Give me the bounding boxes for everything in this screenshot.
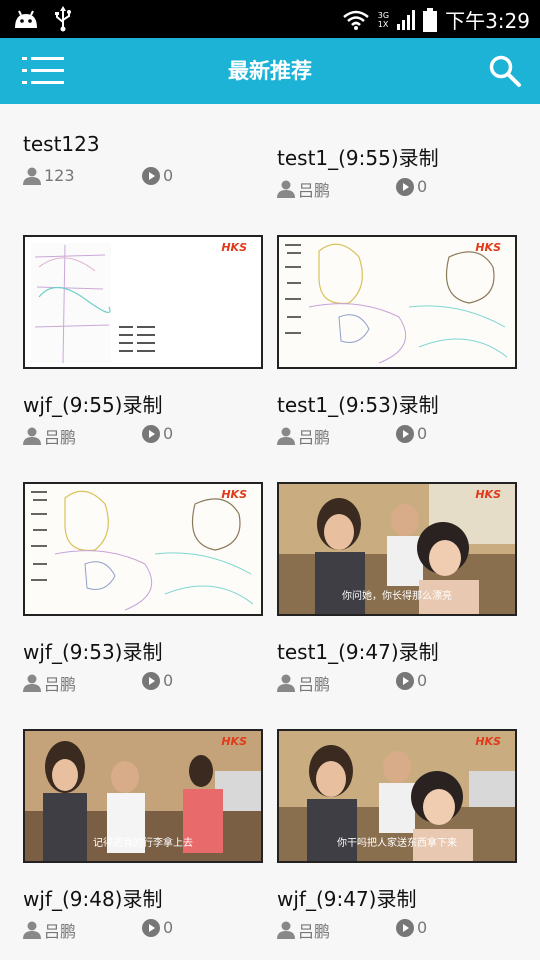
- video-title: wjf_(9:47)录制: [277, 887, 417, 911]
- video-plays: 0: [396, 918, 427, 937]
- play-circle-icon: [396, 177, 414, 196]
- video-author: 吕鹏: [277, 671, 330, 695]
- video-meta: 吕鹏 0: [277, 177, 517, 200]
- video-title: test123: [23, 132, 100, 156]
- video-plays: 0: [142, 166, 173, 185]
- video-author: 吕鹏: [23, 424, 76, 448]
- play-circle-icon: [396, 424, 414, 443]
- video-meta: 吕鹏 0: [277, 424, 517, 447]
- video-thumbnail[interactable]: HKS 你问她，你长得那么漂亮: [277, 482, 517, 616]
- video-title: test1_(9:47)录制: [277, 640, 439, 664]
- video-meta: 吕鹏 0: [23, 671, 263, 694]
- video-plays: 0: [142, 671, 173, 690]
- play-circle-icon: [142, 424, 160, 443]
- video-author: 吕鹏: [277, 918, 330, 942]
- video-meta: 吕鹏 0: [23, 424, 263, 447]
- video-thumbnail[interactable]: HKS: [23, 482, 263, 616]
- video-author-name: 吕鹏: [298, 181, 331, 200]
- network-label-bottom: 1X: [377, 19, 389, 29]
- video-play-count: 0: [417, 918, 428, 937]
- search-icon[interactable]: [488, 54, 522, 88]
- person-icon: [23, 921, 41, 939]
- play-circle-icon: [396, 671, 414, 690]
- video-thumbnail[interactable]: HKS: [23, 235, 263, 369]
- video-subtitle: 你问她，你长得那么漂亮: [342, 591, 452, 602]
- video-meta: 吕鹏 0: [277, 918, 517, 941]
- person-icon: [277, 921, 295, 939]
- person-icon: [277, 180, 295, 198]
- sketch-art: [31, 243, 173, 364]
- video-author-name: 吕鹏: [44, 922, 77, 941]
- video-meta: 123 0: [23, 166, 263, 186]
- video-author-name: 123: [44, 166, 75, 185]
- play-circle-icon: [142, 918, 160, 937]
- channel-logo: HKS: [475, 488, 501, 501]
- video-play-count: 0: [163, 166, 174, 185]
- video-author-name: 吕鹏: [44, 675, 77, 694]
- channel-logo: HKS: [475, 735, 501, 748]
- video-author: 吕鹏: [277, 424, 330, 448]
- network-type: 3G 1X: [378, 11, 389, 29]
- video-author: 吕鹏: [277, 177, 330, 201]
- video-play-count: 0: [163, 671, 174, 690]
- app-bar: 最新推荐: [0, 38, 540, 104]
- sketch-art: [25, 484, 261, 614]
- video-thumbnail[interactable]: HKS 记得把我的行李拿上去: [23, 729, 263, 863]
- video-title: wjf_(9:53)录制: [23, 640, 163, 664]
- video-author-name: 吕鹏: [44, 428, 77, 447]
- sketch-art: [279, 237, 515, 367]
- person-icon: [23, 427, 41, 445]
- video-play-count: 0: [163, 424, 174, 443]
- video-meta: 吕鹏 0: [277, 671, 517, 694]
- person-icon: [277, 674, 295, 692]
- video-meta: 吕鹏 0: [23, 918, 263, 941]
- video-author: 吕鹏: [23, 671, 76, 695]
- video-author: 123: [23, 166, 75, 185]
- video-play-count: 0: [163, 918, 174, 937]
- network-label-top: 3G: [377, 10, 390, 20]
- video-play-count: 0: [417, 671, 428, 690]
- signal-icon: [397, 9, 416, 30]
- video-title: test1_(9:55)录制: [277, 146, 439, 170]
- video-plays: 0: [396, 671, 427, 690]
- channel-logo: HKS: [221, 488, 247, 501]
- video-play-count: 0: [417, 177, 428, 196]
- channel-logo: HKS: [475, 241, 501, 254]
- video-subtitle: 你干吗把人家送东西拿下来: [337, 838, 457, 849]
- video-thumbnail[interactable]: HKS 你干吗把人家送东西拿下来: [277, 729, 517, 863]
- video-play-count: 0: [417, 424, 428, 443]
- person-icon: [277, 427, 295, 445]
- video-title: wjf_(9:55)录制: [23, 393, 163, 417]
- video-title: wjf_(9:48)录制: [23, 887, 163, 911]
- status-bar: 3G 1X 下午3:29: [0, 0, 540, 38]
- play-circle-icon: [142, 166, 160, 185]
- video-author-name: 吕鹏: [298, 428, 331, 447]
- play-circle-icon: [396, 918, 414, 937]
- person-icon: [23, 167, 41, 185]
- status-time: 下午3:29: [445, 9, 530, 33]
- video-plays: 0: [396, 424, 427, 443]
- video-plays: 0: [142, 918, 173, 937]
- channel-logo: HKS: [221, 241, 247, 254]
- battery-icon: [423, 7, 438, 32]
- video-title: test1_(9:53)录制: [277, 393, 439, 417]
- video-plays: 0: [142, 424, 173, 443]
- android-icon: [15, 10, 37, 28]
- video-plays: 0: [396, 177, 427, 196]
- play-circle-icon: [142, 671, 160, 690]
- usb-icon: [55, 6, 71, 32]
- wifi-icon: [342, 10, 369, 30]
- video-author-name: 吕鹏: [298, 922, 331, 941]
- video-author-name: 吕鹏: [298, 675, 331, 694]
- video-author: 吕鹏: [23, 918, 76, 942]
- channel-logo: HKS: [221, 735, 247, 748]
- page-title: 最新推荐: [228, 59, 312, 83]
- video-subtitle: 记得把我的行李拿上去: [93, 838, 193, 849]
- video-thumbnail[interactable]: HKS: [277, 235, 517, 369]
- person-icon: [23, 674, 41, 692]
